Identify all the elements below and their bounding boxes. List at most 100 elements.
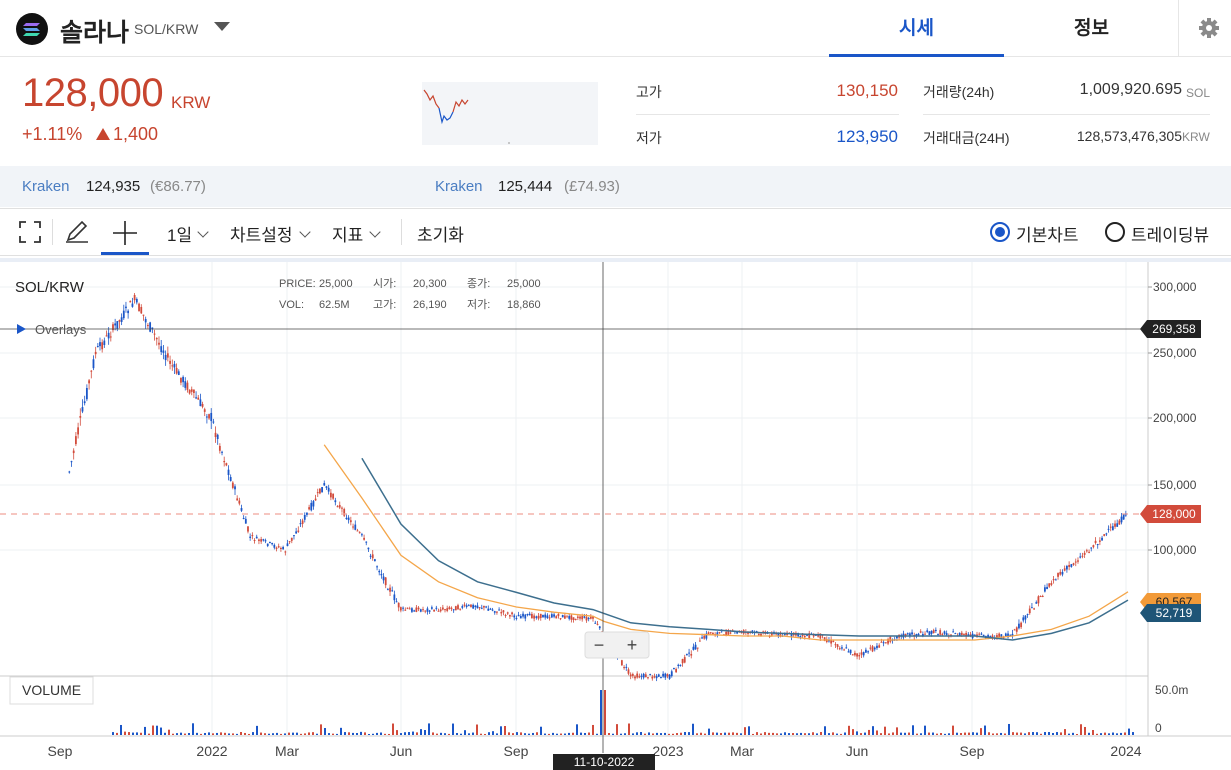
price-chart[interactable]: 300,000 250,000 200,000 150,000 100,000 50.0m…	[0, 258, 1231, 769]
candle	[1059, 571, 1062, 575]
volume-bar	[968, 732, 970, 735]
chart-canvas[interactable]: 300,000 250,000 200,000 150,000 100,000 50.0m…	[0, 258, 1231, 769]
candle	[631, 674, 634, 676]
volume-bar	[832, 732, 834, 735]
candle	[851, 654, 854, 656]
candle	[1018, 623, 1020, 629]
chart-settings-menu[interactable]: 차트설정	[230, 221, 293, 246]
volume-bar	[788, 733, 790, 735]
candle	[1035, 602, 1038, 604]
svg-text:25,000: 25,000	[319, 278, 353, 290]
volume-bar	[392, 723, 394, 735]
candle	[1070, 564, 1073, 567]
candle	[129, 300, 132, 303]
chevron-down-icon[interactable]	[214, 22, 230, 31]
candle	[509, 615, 511, 617]
tab-info[interactable]: 정보	[1004, 0, 1179, 57]
indicators-menu[interactable]: 지표	[332, 221, 363, 246]
pencil-icon[interactable]	[64, 220, 90, 244]
candle	[537, 615, 540, 619]
candle	[282, 547, 285, 550]
zoom-in-button[interactable]: +	[627, 635, 638, 655]
overlays-toggle[interactable]: Overlays	[35, 322, 87, 337]
price-change-percent: +1.11%	[22, 124, 83, 144]
candle	[860, 652, 863, 655]
reset-button[interactable]: 초기화	[417, 221, 464, 246]
crosshair-button[interactable]	[101, 209, 149, 255]
candle	[587, 618, 590, 620]
candle	[686, 654, 688, 656]
volume-bar	[1080, 724, 1082, 735]
candle	[960, 632, 963, 635]
candle	[138, 303, 140, 312]
candle	[1072, 563, 1075, 565]
volume-bar	[668, 733, 670, 735]
candle	[939, 630, 942, 635]
fullscreen-icon[interactable]	[18, 220, 42, 244]
volume-bar	[296, 732, 298, 735]
candle	[882, 642, 885, 644]
ma-short-tag: 52,719	[1140, 604, 1201, 622]
candle	[1037, 596, 1040, 604]
volume-bar	[312, 732, 314, 735]
candle	[214, 432, 217, 438]
candle	[269, 542, 271, 544]
exchange-name[interactable]: Kraken	[435, 178, 483, 195]
volume-bar	[528, 733, 530, 735]
volume-bar	[684, 732, 686, 735]
zoom-controls[interactable]: − +	[584, 631, 650, 659]
tab-price[interactable]: 시세	[829, 0, 1004, 57]
x-tick-label: Jun	[390, 743, 413, 759]
candle	[1096, 544, 1099, 546]
candle	[709, 632, 712, 634]
candle	[329, 492, 332, 498]
candle	[937, 633, 939, 635]
candle	[253, 540, 256, 542]
settings-button[interactable]	[1178, 0, 1231, 57]
candle	[384, 577, 387, 586]
candle	[212, 421, 215, 423]
zoom-out-button[interactable]: −	[594, 635, 605, 655]
basic-chart-label[interactable]: 기본차트	[1016, 221, 1079, 246]
candle	[205, 416, 208, 418]
volume-bar	[232, 733, 234, 735]
solana-logo	[16, 13, 48, 45]
tradingview-label[interactable]: 트레이딩뷰	[1131, 221, 1209, 246]
interval-select[interactable]: 1일	[167, 221, 192, 246]
candle	[229, 477, 232, 482]
candle	[310, 502, 313, 511]
radio-tradingview[interactable]	[1105, 222, 1125, 242]
coin-pair[interactable]: SOL/KRW	[134, 21, 198, 37]
volume-bar	[304, 733, 306, 735]
volume-bar	[280, 733, 282, 735]
candle	[290, 537, 293, 541]
volume-bar	[264, 733, 266, 735]
exchange-price: 124,935	[86, 178, 141, 195]
volume-bar	[260, 732, 262, 735]
volume-bar	[460, 733, 462, 735]
radio-basic-chart[interactable]	[990, 222, 1010, 242]
volume-bar	[276, 732, 278, 735]
candle	[193, 389, 195, 394]
volume-bar	[440, 732, 442, 735]
candle	[502, 610, 505, 613]
volume-bar	[984, 725, 986, 735]
candle	[373, 559, 376, 562]
low-value: 123,950	[836, 127, 898, 146]
volume-bar	[932, 732, 934, 735]
coin-name[interactable]: 솔라나	[60, 13, 129, 49]
volume-bar	[248, 733, 250, 735]
svg-text:VOL:: VOL:	[279, 299, 304, 311]
volume-bar	[1104, 732, 1106, 735]
candle	[926, 630, 929, 632]
candle	[581, 616, 584, 620]
volume-bar	[544, 733, 546, 735]
candle	[566, 615, 568, 617]
candle	[634, 676, 636, 679]
volume-bar	[572, 732, 574, 735]
volume-bar	[1052, 732, 1054, 735]
candle	[1122, 514, 1125, 520]
candle	[1114, 523, 1116, 527]
volume-bar	[1092, 730, 1094, 735]
exchange-name[interactable]: Kraken	[22, 178, 70, 195]
